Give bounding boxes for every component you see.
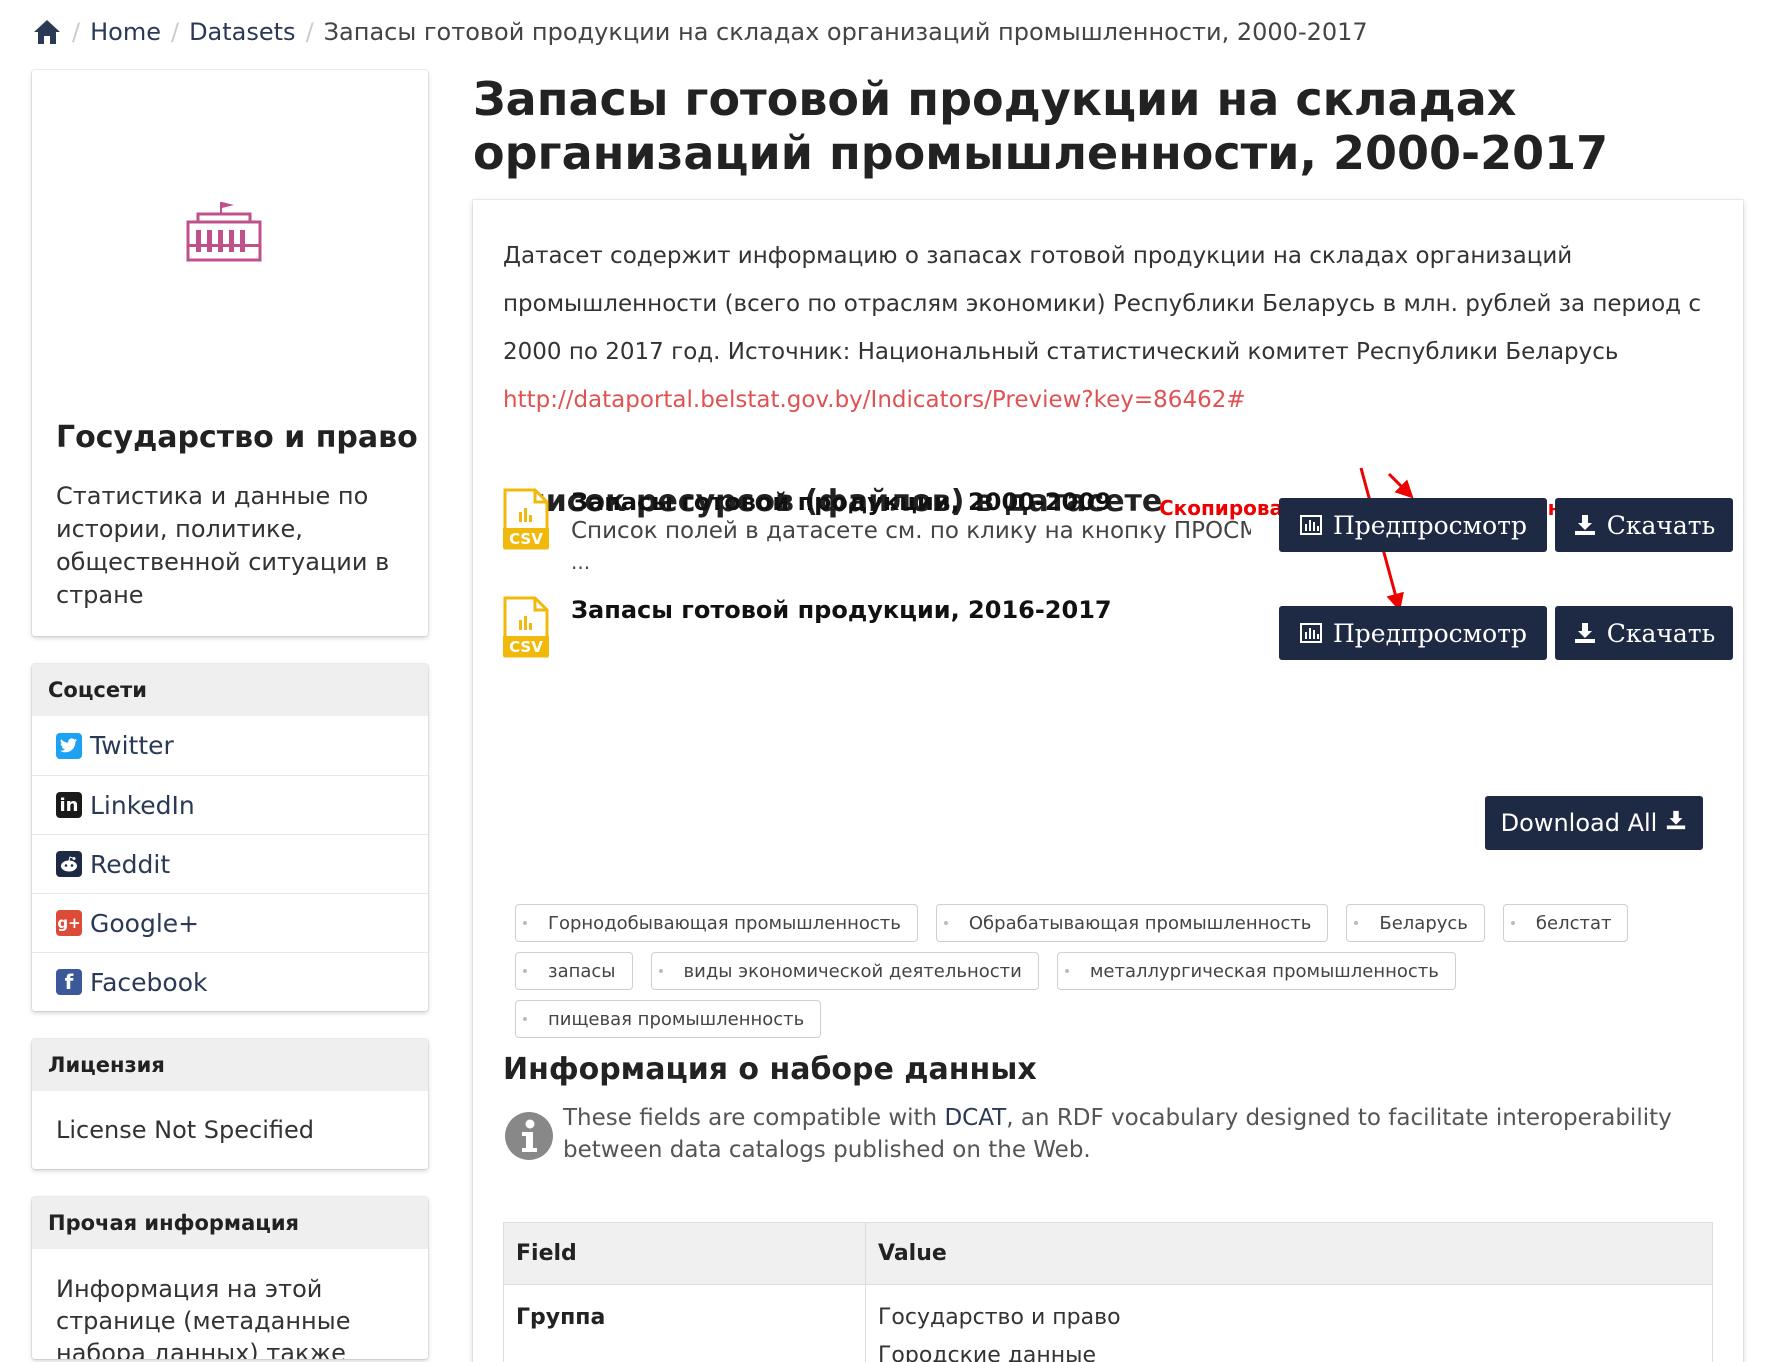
tag[interactable]: Горнодобывающая промышленность: [515, 904, 918, 942]
google-plus-icon: g+: [56, 910, 82, 936]
license-value: License Not Specified: [56, 1116, 314, 1144]
breadcrumb-current: Запасы готовой продукции на складах орга…: [323, 18, 1368, 46]
dcat-text: These fields are compatible with DCAT, a…: [563, 1105, 1672, 1163]
social-label: Twitter: [90, 731, 174, 760]
tag[interactable]: Обрабатывающая промышленность: [935, 904, 1329, 942]
svg-text:CSV: CSV: [509, 638, 543, 656]
government-building-icon[interactable]: [182, 200, 266, 264]
download-all-button[interactable]: Download All: [1485, 796, 1703, 850]
breadcrumb-separator: /: [170, 18, 180, 46]
reddit-icon: [56, 851, 82, 877]
dataset-description: Датасет содержит информацию о запасах го…: [503, 243, 1702, 365]
info-icon: [503, 1110, 555, 1162]
dcat-link[interactable]: DCAT: [944, 1105, 1006, 1131]
download-icon: [1573, 513, 1597, 537]
svg-text:CSV: CSV: [509, 530, 543, 548]
download-all-label: Download All: [1500, 809, 1658, 837]
tag[interactable]: виды экономической деятельности: [650, 952, 1039, 990]
twitter-icon: [56, 732, 82, 759]
home-icon[interactable]: [32, 17, 62, 47]
breadcrumb: / Home / Datasets / Запасы готовой проду…: [32, 14, 1368, 50]
social-label: Reddit: [90, 849, 171, 879]
social-label: Google+: [90, 908, 200, 938]
breadcrumb-separator: /: [305, 18, 314, 46]
csv-file-icon: CSV: [503, 596, 549, 658]
resource-title[interactable]: Запасы готовой продукции, 2000-2009: [571, 488, 1112, 516]
value-cell: Государство и право Городские данные: [865, 1284, 1713, 1362]
resource-title[interactable]: Запасы готовой продукции, 2016-2017: [571, 596, 1112, 624]
social-reddit[interactable]: Reddit: [32, 834, 428, 893]
tag[interactable]: запасы: [515, 952, 633, 990]
source-link[interactable]: http://dataportal.belstat.gov.by/Indicat…: [503, 387, 1246, 413]
social-linkedin[interactable]: in LinkedIn: [32, 775, 428, 834]
linkedin-icon: in: [56, 792, 82, 818]
organization-panel: Государство и право Статистика и данные …: [32, 70, 428, 636]
page-title: Запасы готовой продукции на складах орга…: [473, 72, 1609, 180]
download-icon: [1573, 621, 1597, 645]
resource-item: CSV Запасы готовой продукции, 2016-2017 …: [503, 596, 1733, 676]
download-icon: [1665, 809, 1687, 837]
license-panel: Лицензия License Not Specified: [32, 1039, 428, 1169]
social-facebook[interactable]: f Facebook: [32, 952, 428, 1011]
license-heading: Лицензия: [32, 1039, 428, 1091]
dataset-info-heading: Информация о наборе данных: [503, 1052, 1037, 1087]
organization-description: Статистика и данные по истории, политике…: [56, 482, 390, 609]
tag[interactable]: Беларусь: [1346, 904, 1485, 942]
other-info-panel: Прочая информация Информация на этой стр…: [32, 1197, 428, 1359]
value-item[interactable]: Городские данные: [878, 1337, 1700, 1362]
download-button[interactable]: Скачать: [1555, 498, 1733, 552]
resource-description: Список полей в датасете см. по клику на …: [571, 518, 1251, 544]
column-header-field: Field: [503, 1222, 866, 1285]
tag[interactable]: пищевая промышленность: [515, 1000, 822, 1038]
tag[interactable]: белстат: [1502, 904, 1629, 942]
social-label: Facebook: [90, 967, 208, 997]
download-button[interactable]: Скачать: [1555, 606, 1733, 660]
value-item[interactable]: Государство и право: [878, 1299, 1700, 1337]
preview-label: Предпросмотр: [1332, 510, 1528, 540]
breadcrumb-home-link[interactable]: Home: [90, 18, 161, 46]
resource-item: CSV Запасы готовой продукции, 2000-2009 …: [503, 488, 1733, 578]
download-label: Скачать: [1606, 618, 1716, 648]
tag-list: Горнодобывающая промышленность Обрабатыв…: [515, 904, 1715, 1038]
column-header-value: Value: [865, 1222, 1713, 1285]
dataset-content: Датасет содержит информацию о запасах го…: [473, 200, 1743, 1362]
resource-ellipsis: ...: [571, 550, 591, 574]
organization-title[interactable]: Государство и право: [56, 420, 418, 455]
social-heading: Соцсети: [32, 664, 428, 716]
breadcrumb-datasets-link[interactable]: Datasets: [189, 18, 296, 46]
sidebar: Государство и право Статистика и данные …: [32, 70, 428, 1359]
breadcrumb-separator: /: [72, 18, 81, 46]
field-cell: Группа: [503, 1284, 866, 1362]
social-google-plus[interactable]: g+ Google+: [32, 893, 428, 952]
csv-file-icon: CSV: [503, 488, 549, 550]
bar-chart-icon: [1299, 621, 1323, 645]
social-twitter[interactable]: Twitter: [32, 716, 428, 775]
metadata-table: Field Value Группа Государство и право Г…: [503, 1222, 1713, 1362]
download-label: Скачать: [1606, 510, 1716, 540]
facebook-icon: f: [56, 969, 82, 995]
table-row: Группа Государство и право Городские дан…: [503, 1284, 1713, 1362]
tag[interactable]: металлургическая промышленность: [1056, 952, 1456, 990]
other-info-text: Информация на этой странице (метаданные …: [56, 1275, 351, 1359]
dataset-notes: Датасет содержит информацию о запасах го…: [503, 232, 1723, 424]
bar-chart-icon: [1299, 513, 1323, 537]
social-panel: Соцсети Twitter in LinkedIn Reddit g+ Go…: [32, 664, 428, 1011]
social-label: LinkedIn: [90, 790, 195, 820]
preview-button[interactable]: Предпросмотр: [1279, 498, 1547, 552]
preview-label: Предпросмотр: [1332, 618, 1528, 648]
other-info-heading: Прочая информация: [32, 1197, 428, 1249]
preview-button[interactable]: Предпросмотр: [1279, 606, 1547, 660]
